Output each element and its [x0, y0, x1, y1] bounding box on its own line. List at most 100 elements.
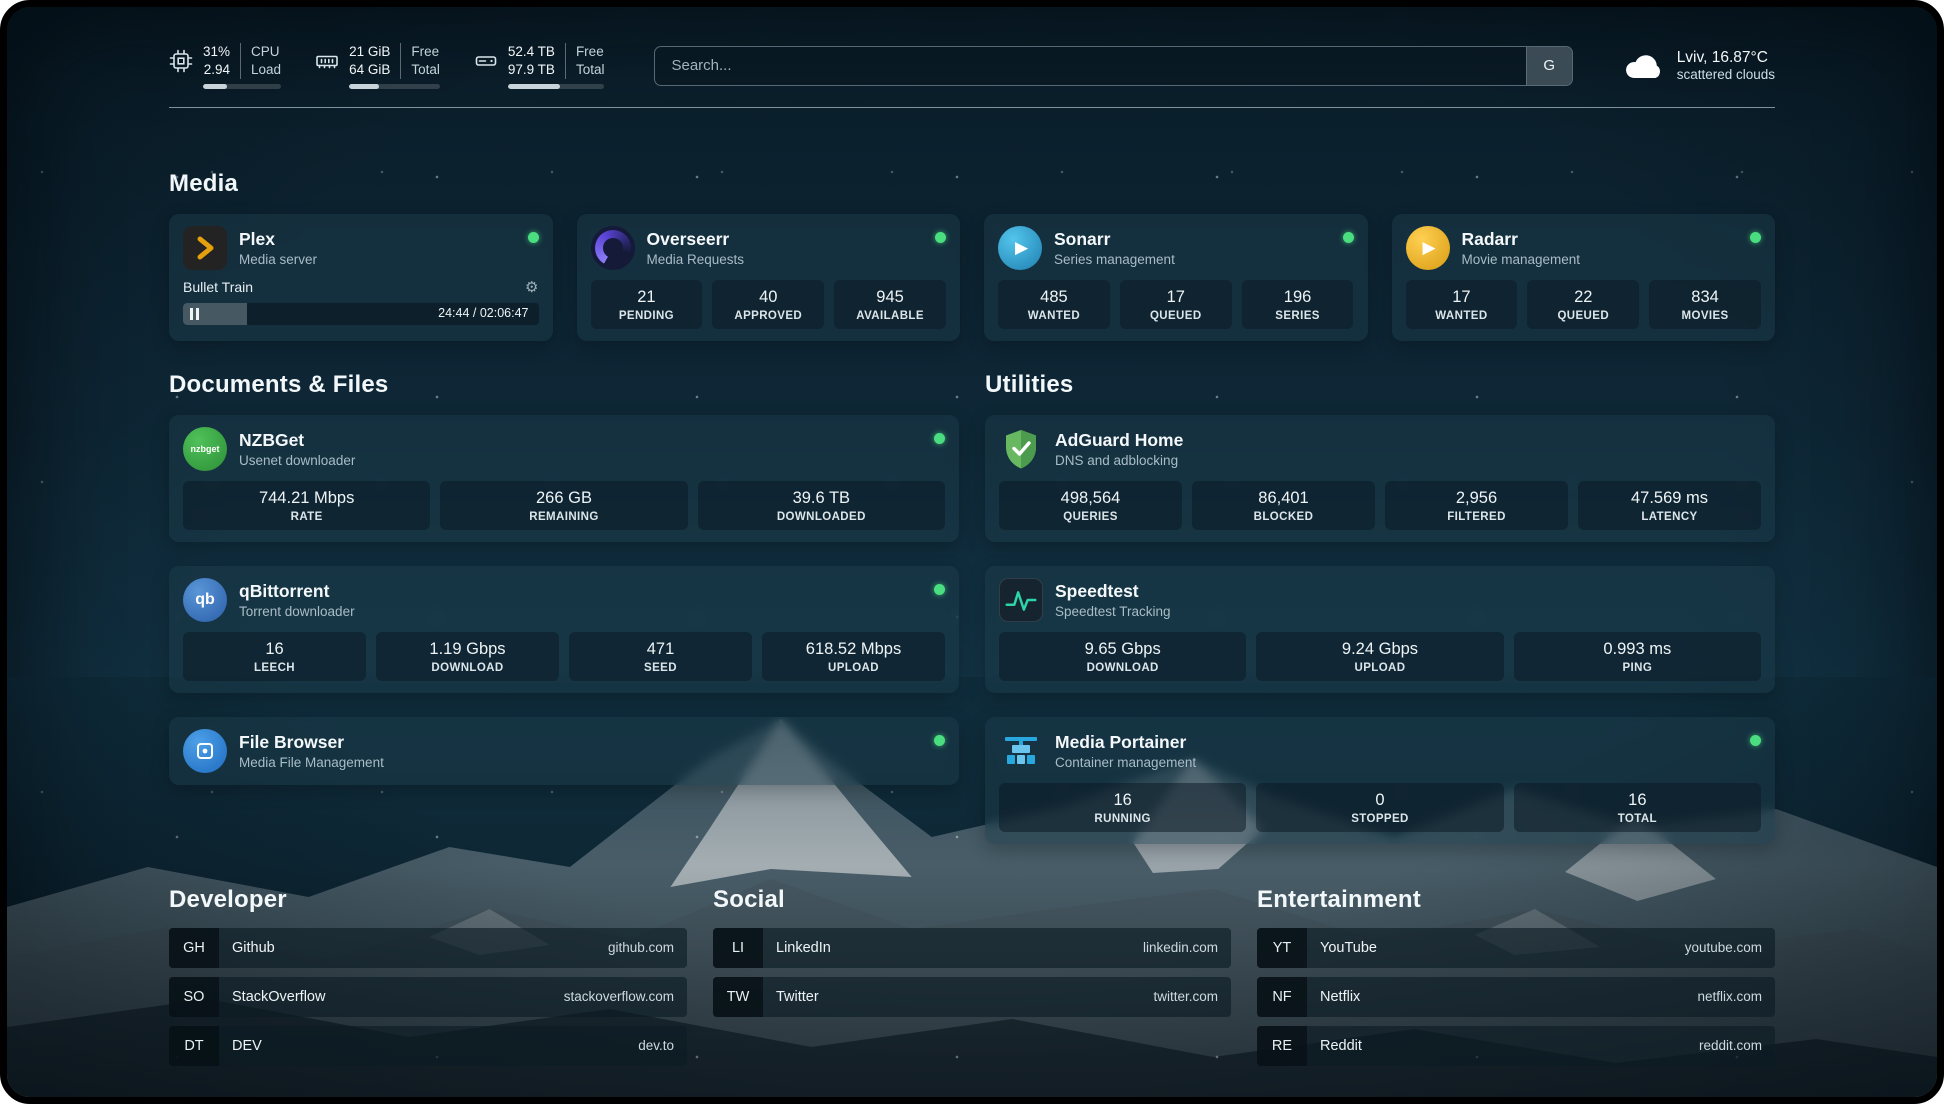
service-desc: Media server [239, 252, 317, 267]
ram-progress-bar [349, 84, 440, 89]
stat-upload: 9.24 GbpsUPLOAD [1256, 632, 1503, 681]
weather-widget: Lviv, 16.87°C scattered clouds [1623, 49, 1775, 82]
ram-total-label: Total [411, 61, 440, 79]
now-playing-title: Bullet Train [183, 279, 253, 295]
stat-wanted: 17WANTED [1406, 280, 1518, 329]
bookmark-column-social: Social LI LinkedIn linkedin.com TW Twitt… [713, 886, 1231, 1066]
overseerr-icon [591, 226, 635, 270]
bookmark-abbr: NF [1257, 977, 1307, 1017]
status-dot [1343, 232, 1354, 243]
portainer-icon [999, 729, 1043, 773]
stat-downloaded: 39.6 TBDOWNLOADED [698, 481, 945, 530]
radarr-icon: ▶ [1406, 226, 1450, 270]
service-card-adguard[interactable]: AdGuard Home DNS and adblocking 498,564Q… [985, 415, 1775, 542]
service-name: File Browser [239, 732, 384, 753]
status-dot [935, 232, 946, 243]
status-dot [1750, 735, 1761, 746]
stat-leech: 16LEECH [183, 632, 366, 681]
gear-icon[interactable]: ⚙ [525, 278, 538, 296]
cpu-usage-value: 31% [203, 43, 230, 61]
stat-queries: 498,564QUERIES [999, 481, 1182, 530]
service-name: NZBGet [239, 430, 355, 451]
ram-icon [315, 49, 339, 73]
bookmark-stackoverflow[interactable]: SO StackOverflow stackoverflow.com [169, 977, 687, 1017]
adguard-icon [999, 427, 1043, 471]
stat-pending: 21PENDING [591, 280, 703, 329]
service-name: Radarr [1462, 229, 1581, 250]
cloud-icon [1623, 51, 1665, 81]
weather-condition: scattered clouds [1677, 67, 1775, 82]
disk-progress-bar [508, 84, 605, 89]
section-title-entertainment: Entertainment [1257, 886, 1775, 914]
pause-button[interactable] [190, 308, 202, 320]
stat-approved: 40APPROVED [712, 280, 824, 329]
bookmark-dev[interactable]: DT DEV dev.to [169, 1026, 687, 1066]
bookmark-url: stackoverflow.com [564, 989, 687, 1004]
service-desc: Usenet downloader [239, 453, 355, 468]
stat-queued: 17QUEUED [1120, 280, 1232, 329]
service-card-radarr[interactable]: ▶ Radarr Movie management 17WANTED 22QUE… [1392, 214, 1776, 341]
section-title-social: Social [713, 886, 1231, 914]
bookmark-abbr: DT [169, 1026, 219, 1066]
disk-icon [474, 49, 498, 73]
bookmark-url: twitter.com [1153, 989, 1231, 1004]
service-desc: Torrent downloader [239, 604, 355, 619]
service-desc: Movie management [1462, 252, 1581, 267]
bookmark-name: Github [232, 940, 275, 956]
service-name: Overseerr [647, 229, 745, 250]
disk-total-label: Total [576, 61, 605, 79]
section-title-documents: Documents & Files [169, 371, 959, 399]
stat-ping: 0.993 msPING [1514, 632, 1761, 681]
bookmark-youtube[interactable]: YT YouTube youtube.com [1257, 928, 1775, 968]
stat-upload: 618.52 MbpsUPLOAD [762, 632, 945, 681]
bookmark-name: Reddit [1320, 1038, 1362, 1054]
bookmark-github[interactable]: GH Github github.com [169, 928, 687, 968]
service-card-portainer[interactable]: Media Portainer Container management 16R… [985, 717, 1775, 844]
search-provider-button[interactable]: G [1526, 47, 1572, 85]
search-input[interactable] [655, 47, 1525, 85]
filebrowser-icon [183, 729, 227, 773]
bookmark-url: linkedin.com [1143, 940, 1231, 955]
cpu-stat-group: 31% 2.94 CPU Load [169, 43, 281, 89]
stat-movies: 834MOVIES [1649, 280, 1761, 329]
service-desc: Media File Management [239, 755, 384, 770]
ram-stat-group: 21 GiB 64 GiB Free Total [315, 43, 440, 89]
bookmark-abbr: GH [169, 928, 219, 968]
stat-stopped: 0STOPPED [1256, 783, 1503, 832]
disk-free-value: 52.4 TB [508, 43, 555, 61]
ram-total-value: 64 GiB [349, 61, 390, 79]
stat-download: 9.65 GbpsDOWNLOAD [999, 632, 1246, 681]
bookmark-url: reddit.com [1699, 1038, 1775, 1053]
service-card-sonarr[interactable]: ▶ Sonarr Series management 485WANTED 17Q… [984, 214, 1368, 341]
stat-queued: 22QUEUED [1527, 280, 1639, 329]
bookmark-name: YouTube [1320, 940, 1377, 956]
service-card-filebrowser[interactable]: File Browser Media File Management [169, 717, 959, 785]
nzbget-icon: nzbget [183, 427, 227, 471]
service-name: Sonarr [1054, 229, 1175, 250]
stat-rate: 744.21 MbpsRATE [183, 481, 430, 530]
stat-total: 16TOTAL [1514, 783, 1761, 832]
bookmark-name: DEV [232, 1038, 262, 1054]
status-dot [1750, 232, 1761, 243]
plex-icon [183, 226, 227, 270]
stat-blocked: 86,401BLOCKED [1192, 481, 1375, 530]
service-card-nzbget[interactable]: nzbget NZBGet Usenet downloader 744.21 M… [169, 415, 959, 542]
bookmark-twitter[interactable]: TW Twitter twitter.com [713, 977, 1231, 1017]
stat-wanted: 485WANTED [998, 280, 1110, 329]
cpu-load-label: Load [251, 61, 281, 79]
service-card-overseerr[interactable]: Overseerr Media Requests 21PENDING 40APP… [577, 214, 961, 341]
cpu-progress-bar [203, 84, 281, 89]
bookmark-reddit[interactable]: RE Reddit reddit.com [1257, 1026, 1775, 1066]
bookmark-linkedin[interactable]: LI LinkedIn linkedin.com [713, 928, 1231, 968]
service-name: Speedtest [1055, 581, 1171, 602]
bookmark-netflix[interactable]: NF Netflix netflix.com [1257, 977, 1775, 1017]
status-dot [934, 433, 945, 444]
service-card-speedtest[interactable]: Speedtest Speedtest Tracking 9.65 GbpsDO… [985, 566, 1775, 693]
service-desc: Media Requests [647, 252, 745, 267]
stat-remaining: 266 GBREMAINING [440, 481, 687, 530]
bookmark-name: Twitter [776, 989, 819, 1005]
service-card-plex[interactable]: Plex Media server Bullet Train ⚙ [169, 214, 553, 341]
section-title-developer: Developer [169, 886, 687, 914]
bookmark-url: netflix.com [1697, 989, 1775, 1004]
service-card-qbittorrent[interactable]: qb qBittorrent Torrent downloader 16LEEC… [169, 566, 959, 693]
